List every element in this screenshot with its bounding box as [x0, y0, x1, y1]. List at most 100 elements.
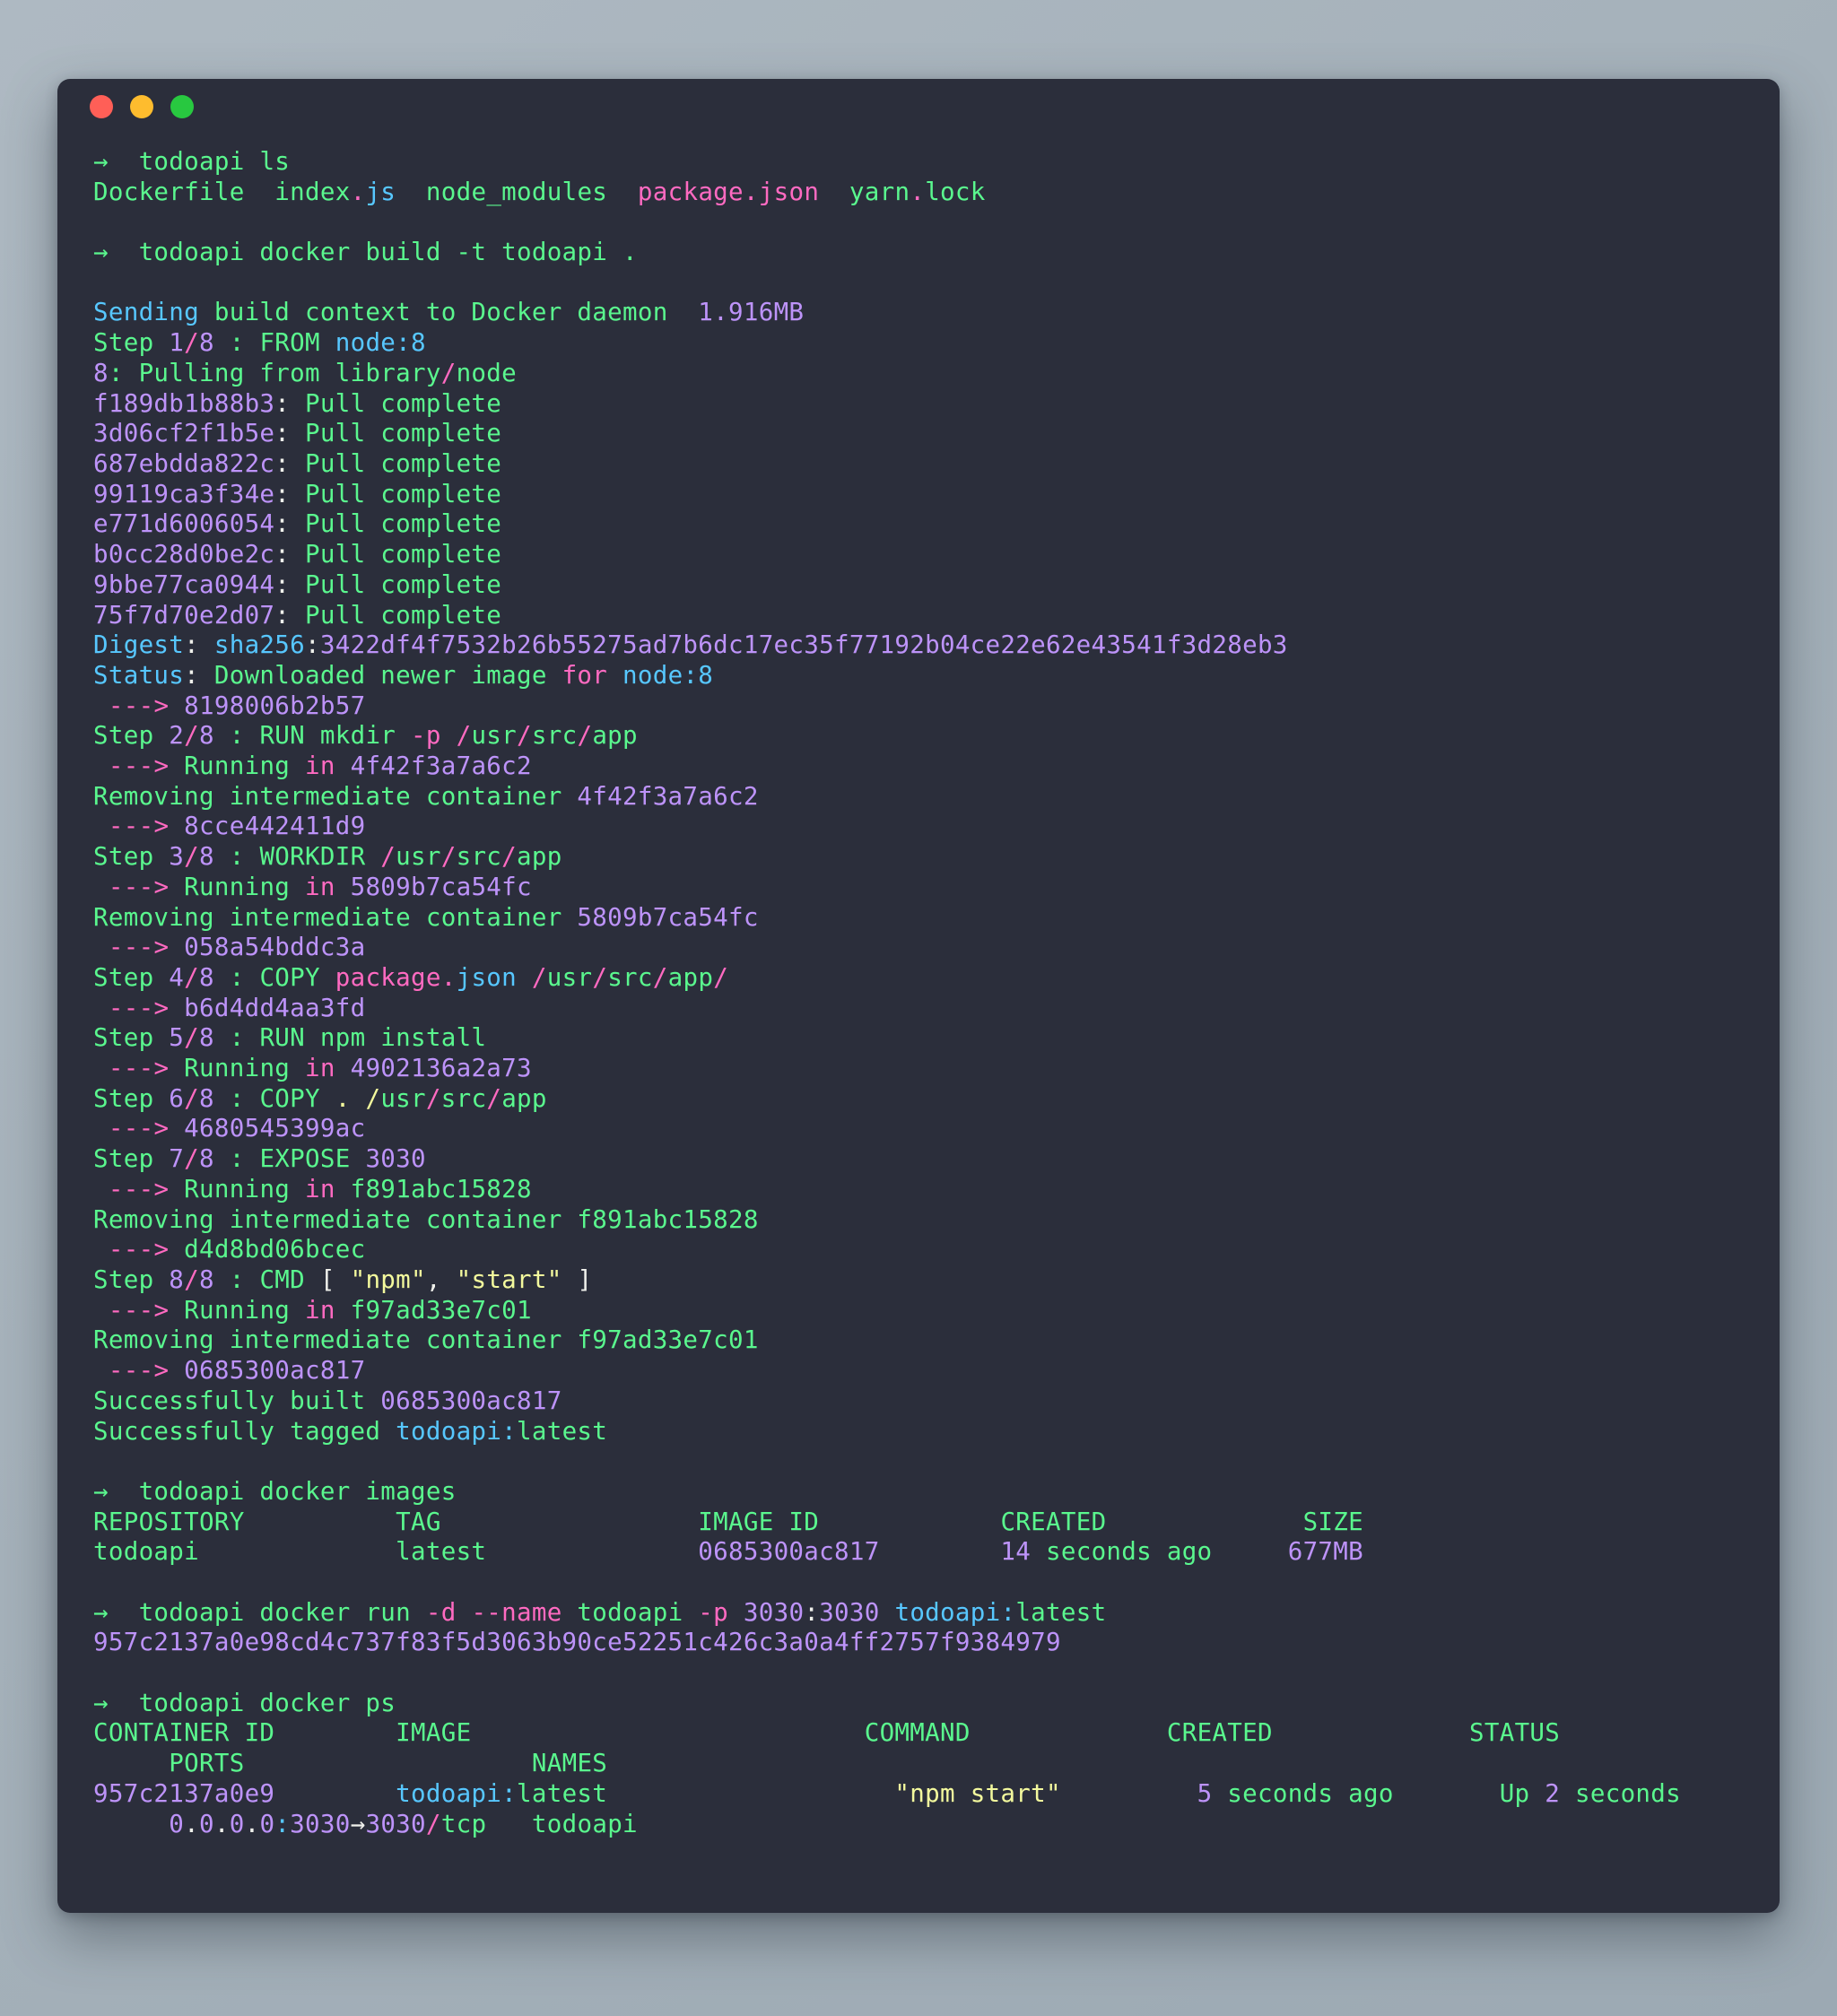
terminal-token [109, 1477, 139, 1506]
terminal-output-area[interactable]: → todoapi lsDockerfile index.js node_mod… [57, 135, 1780, 1857]
terminal-token: : RUN mkdir [214, 721, 411, 750]
terminal-token [335, 1296, 351, 1325]
terminal-token: e771d6006054 [93, 509, 274, 538]
terminal-token: STATUS [1469, 1718, 1560, 1747]
terminal-token: 8 [199, 1144, 214, 1173]
terminal-token: IMAGE ID [698, 1508, 819, 1536]
terminal-output-line: CONTAINER ID IMAGE COMMAND CREATED STATU… [93, 1718, 1744, 1749]
terminal-token: > [153, 873, 184, 901]
terminal-token: json [759, 178, 819, 206]
terminal-token: SIZE [1303, 1508, 1363, 1536]
terminal-token: 3d06cf2f1b5e [93, 419, 274, 448]
terminal-token: "start" [457, 1265, 562, 1294]
terminal-token: latest [517, 1417, 607, 1446]
terminal-output-line: ---> Running in 4902136a2a73 [93, 1054, 1744, 1084]
terminal-token: 3030 [744, 1598, 804, 1627]
terminal-token: Step [93, 1144, 169, 1173]
terminal-token: todoapi docker ps [139, 1689, 396, 1717]
terminal-token [93, 933, 109, 961]
terminal-token: seconds ago [1212, 1779, 1393, 1808]
terminal-token [93, 1749, 169, 1777]
minimize-button[interactable] [130, 95, 153, 118]
terminal-token [351, 1084, 366, 1113]
terminal-token: / [517, 721, 532, 750]
terminal-token: / [184, 328, 199, 357]
terminal-token: / [592, 963, 607, 992]
terminal-blank-line [93, 268, 1744, 299]
terminal-token: Sending [93, 298, 199, 326]
terminal-token: todoapi [396, 1779, 501, 1808]
terminal-token: / [501, 842, 517, 871]
terminal-output-line: ---> 0685300ac817 [93, 1356, 1744, 1386]
terminal-token: CONTAINER ID [93, 1718, 274, 1747]
terminal-token [245, 1508, 396, 1536]
terminal-token [517, 963, 532, 992]
maximize-button[interactable] [170, 95, 194, 118]
terminal-token: > [153, 1054, 184, 1082]
terminal-token: 3030 [365, 1810, 425, 1838]
terminal-token [274, 1779, 396, 1808]
terminal-token [971, 1718, 1167, 1747]
terminal-token: node [457, 359, 517, 387]
terminal-token: → [93, 147, 109, 176]
terminal-token: 3 [169, 842, 184, 871]
terminal-token: / [426, 1810, 441, 1838]
terminal-token: Step [93, 1265, 169, 1294]
terminal-token: 8 [199, 1084, 214, 1113]
terminal-token: : [683, 661, 698, 690]
terminal-token: 75f7d70e2d07 [93, 601, 274, 630]
terminal-output-line: ---> d4d8bd06bcec [93, 1235, 1744, 1265]
terminal-token: > [153, 812, 184, 840]
terminal-token: js [365, 178, 396, 206]
terminal-token: 4f42f3a7a6c2 [351, 752, 532, 780]
terminal-token: : [396, 328, 411, 357]
terminal-token: 0 [169, 1810, 184, 1838]
terminal-token: > [153, 691, 184, 720]
terminal-token [335, 1175, 351, 1204]
terminal-command-line: → todoapi docker run -d --name todoapi -… [93, 1598, 1744, 1629]
terminal-token: / [532, 963, 547, 992]
terminal-token: , [426, 1265, 457, 1294]
terminal-token: 957c2137a0e9 [93, 1779, 274, 1808]
terminal-output-line: 8: Pulling from library/node [93, 359, 1744, 389]
terminal-token: usr [380, 1084, 426, 1113]
terminal-token: f891abc15828 [351, 1175, 532, 1204]
terminal-token: Successfully built [93, 1386, 380, 1415]
terminal-token: node [335, 328, 396, 357]
terminal-token: 3422df4f7532b26b55275ad7b6dc17ec35f77192… [320, 630, 1288, 659]
terminal-token: --- [109, 752, 154, 780]
terminal-token: lock [925, 178, 985, 206]
terminal-token: --- [109, 1235, 154, 1264]
terminal-token: Step [93, 842, 169, 871]
terminal-output-line: 957c2137a0e9 todoapi:latest "npm start" … [93, 1779, 1744, 1810]
desktop-background: → todoapi lsDockerfile index.js node_mod… [0, 0, 1837, 2016]
terminal-token: Running [184, 1054, 305, 1082]
terminal-token: : [184, 630, 214, 659]
terminal-token: IMAGE [396, 1718, 471, 1747]
terminal-token: > [153, 752, 184, 780]
terminal-token: 8 [199, 721, 214, 750]
terminal-output-line: ---> b6d4dd4aa3fd [93, 994, 1744, 1024]
terminal-output-line: Status: Downloaded newer image for node:… [93, 661, 1744, 691]
close-button[interactable] [90, 95, 113, 118]
terminal-output-line: Step 6/8 : COPY . /usr/src/app [93, 1084, 1744, 1115]
terminal-token [245, 147, 260, 176]
terminal-token: app [517, 842, 562, 871]
terminal-token: 5809b7ca54fc [577, 903, 758, 932]
terminal-token: package [335, 963, 441, 992]
terminal-token [274, 1718, 396, 1747]
terminal-token: Successfully tagged [93, 1417, 396, 1446]
terminal-token: Step [93, 963, 169, 992]
terminal-token: : WORKDIR [214, 842, 380, 871]
terminal-output-line: PORTS NAMES [93, 1749, 1744, 1779]
terminal-titlebar[interactable] [57, 79, 1780, 135]
terminal-output-line: Digest: sha256:3422df4f7532b26b55275ad7b… [93, 630, 1744, 661]
terminal-token [245, 1749, 532, 1777]
terminal-token: → [93, 1477, 109, 1506]
terminal-token: 7 [169, 1144, 184, 1173]
terminal-token: 1 [169, 328, 184, 357]
terminal-token: node_modules [426, 178, 607, 206]
terminal-token: PORTS [169, 1749, 244, 1777]
terminal-blank-line [93, 1447, 1744, 1477]
terminal-token: usr [547, 963, 593, 992]
